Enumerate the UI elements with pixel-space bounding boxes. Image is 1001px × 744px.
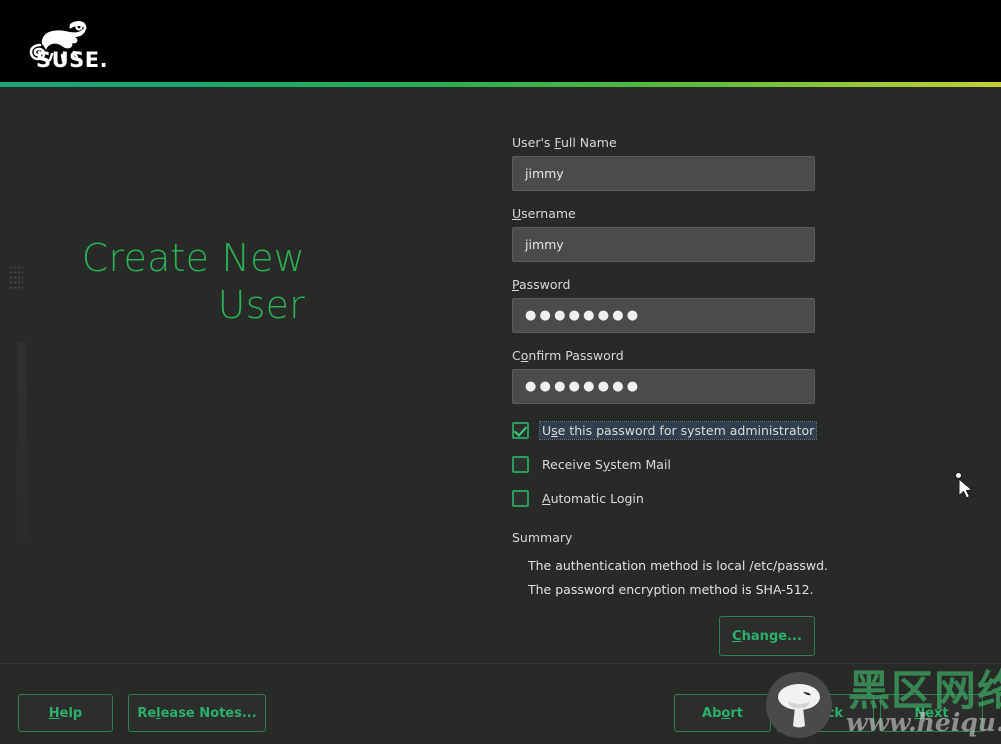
help-button[interactable]: Help: [18, 694, 113, 732]
label-text-post: assword: [518, 277, 571, 292]
checkbox-row-receive-system-mail[interactable]: Receive System Mail: [512, 452, 817, 476]
checkbox-automatic-login[interactable]: [512, 489, 529, 507]
release-notes-button[interactable]: Re l ease Notes...: [128, 694, 266, 732]
label-text-pre: User's: [512, 135, 555, 150]
next-button[interactable]: Next: [880, 694, 983, 732]
full-name-input[interactable]: jimmy: [512, 156, 815, 191]
field-label-username: Username: [512, 205, 817, 222]
summary-line-encryption-method: The password encryption method is SHA-51…: [528, 582, 814, 597]
accelerator-key: A: [542, 490, 551, 506]
summary-section: Summary The authentication method is loc…: [512, 530, 829, 602]
field-confirm-password: Confirm Password ●●●●●●●●: [512, 347, 817, 404]
checkbox-label-use-password-for-admin: Use this password for system administrat…: [538, 420, 818, 440]
back-button[interactable]: Back: [777, 694, 874, 732]
installer-window: SUSE. Create New User User's Full Name j…: [0, 0, 1001, 744]
title-panel: Create New User: [0, 87, 480, 662]
checkbox-use-password-for-admin[interactable]: [512, 421, 529, 439]
accelerator-key: o: [721, 705, 731, 721]
checkbox-row-use-password-for-admin[interactable]: Use this password for system administrat…: [512, 418, 818, 442]
checkbox-group: Use this password for system administrat…: [512, 418, 818, 510]
label-text-pre: Ab: [702, 705, 722, 721]
input-value: ●●●●●●●●: [525, 379, 642, 394]
svg-text:SUSE.: SUSE.: [36, 48, 108, 70]
bottom-button-bar: Help Re l ease Notes... Ab o rt Back Next: [0, 664, 1001, 744]
accelerator-key: C: [732, 628, 742, 644]
label-text-post: hange...: [741, 628, 802, 644]
label-text-post: ack: [817, 705, 844, 721]
label-text-post: elp: [59, 705, 83, 721]
checkbox-label-automatic-login: Automatic Login: [540, 490, 646, 507]
checkbox-label-receive-system-mail: Receive System Mail: [540, 456, 673, 473]
input-value: jimmy: [525, 166, 564, 181]
label-text-pre: Re: [137, 705, 157, 721]
label-text-post: e this password for system administrator: [557, 422, 815, 438]
header-bar: SUSE.: [0, 0, 1001, 82]
decorative-band: [17, 342, 27, 542]
mouse-cursor: [954, 472, 976, 502]
field-password: Password ●●●●●●●●: [512, 276, 817, 333]
field-label-confirm-password: Confirm Password: [512, 347, 817, 364]
accelerator-key: B: [807, 705, 818, 721]
input-value: ●●●●●●●●: [525, 308, 642, 323]
checkbox-receive-system-mail[interactable]: [512, 455, 529, 473]
abort-button[interactable]: Ab o rt: [674, 694, 771, 732]
label-text-post: ext: [925, 705, 949, 721]
label-text-post: ull Name: [560, 135, 617, 150]
field-full-name: User's Full Name jimmy: [512, 134, 817, 191]
label-text-pre: C: [512, 348, 521, 363]
page-title: Create New User: [81, 236, 305, 327]
change-button[interactable]: Change...: [719, 616, 815, 656]
summary-title: Summary: [512, 530, 573, 545]
label-text-pre: Receive S: [542, 456, 603, 472]
label-text-post: utomatic Login: [550, 490, 644, 506]
password-input[interactable]: ●●●●●●●●: [512, 298, 815, 333]
user-form: User's Full Name jimmy Username jimmy Pa…: [512, 134, 829, 656]
suse-chameleon-logo: SUSE.: [18, 14, 128, 70]
label-text-post: nfirm Password: [528, 348, 624, 363]
field-label-full-name: User's Full Name: [512, 134, 817, 151]
username-input[interactable]: jimmy: [512, 227, 815, 262]
change-button-row: Change...: [512, 616, 815, 656]
accelerator-key: P: [512, 277, 519, 292]
label-text-post: sername: [521, 206, 576, 221]
field-username: Username jimmy: [512, 205, 817, 262]
label-text-post: ease Notes...: [160, 705, 257, 721]
accelerator-key: U: [512, 206, 522, 221]
label-text-post: rt: [730, 705, 743, 721]
label-text-post: stem Mail: [610, 456, 671, 472]
accelerator-key: N: [914, 705, 926, 721]
summary-line-auth-method: The authentication method is local /etc/…: [528, 558, 829, 573]
confirm-password-input[interactable]: ●●●●●●●●: [512, 369, 815, 404]
accelerator-key: H: [48, 705, 60, 721]
field-label-password: Password: [512, 276, 817, 293]
input-value: jimmy: [525, 237, 564, 252]
checkbox-row-automatic-login[interactable]: Automatic Login: [512, 486, 817, 510]
label-text-pre: U: [542, 422, 552, 438]
